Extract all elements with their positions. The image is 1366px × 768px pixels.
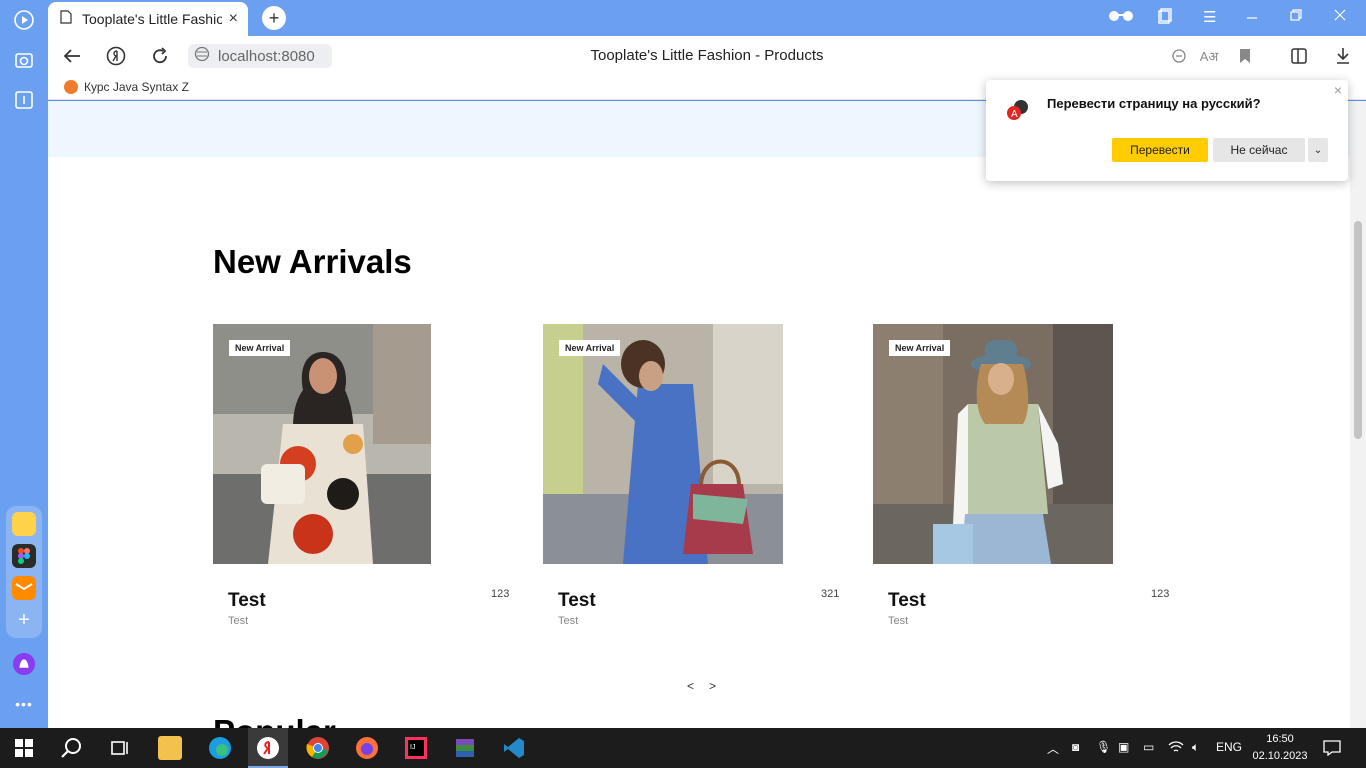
product-image[interactable]: New Arrival: [213, 324, 431, 564]
camera-tray-icon[interactable]: ◙: [1072, 740, 1079, 754]
alice-icon[interactable]: [12, 652, 36, 676]
new-arrival-badge: New Arrival: [559, 340, 621, 356]
tab-title: Tooplate's Little Fashion: [82, 11, 222, 27]
product-card[interactable]: New Arrival Test Test 123: [213, 324, 513, 644]
edge-icon[interactable]: [208, 736, 232, 760]
product-price: 123: [1151, 588, 1170, 600]
page-icon: [60, 9, 72, 29]
vscode-icon[interactable]: [502, 736, 526, 760]
browser-sidebar: + •••: [0, 0, 48, 728]
minimize-icon[interactable]: [1246, 8, 1258, 25]
new-tab-button[interactable]: +: [262, 6, 286, 30]
battery-icon[interactable]: ▭: [1143, 740, 1154, 754]
product-image[interactable]: New Arrival: [543, 324, 783, 564]
new-arrival-badge: New Arrival: [229, 340, 291, 356]
sidebar-apps: +: [6, 506, 42, 638]
add-app-icon[interactable]: +: [12, 608, 36, 632]
scrollbar-thumb[interactable]: [1354, 221, 1362, 439]
translate-icon[interactable]: Aअ: [1198, 46, 1220, 66]
restore-icon[interactable]: [1290, 8, 1302, 25]
yandex-browser-icon[interactable]: [256, 736, 280, 760]
notes-app-icon[interactable]: [12, 512, 36, 536]
new-arrival-badge: New Arrival: [889, 340, 951, 356]
product-card[interactable]: New Arrival Test Test 321: [543, 324, 843, 644]
not-now-button[interactable]: Не сейчас: [1213, 138, 1305, 162]
notifications-icon[interactable]: [1323, 740, 1341, 759]
url-field[interactable]: localhost:8080: [188, 44, 332, 68]
product-name[interactable]: Test: [558, 590, 596, 612]
product-price: 123: [491, 588, 510, 600]
search-icon[interactable]: [60, 736, 84, 760]
site-info-icon[interactable]: [194, 46, 210, 67]
camera-icon[interactable]: [12, 48, 36, 72]
system-clock[interactable]: 16:50 02.10.2023: [1250, 731, 1310, 765]
back-arrow-icon[interactable]: [60, 44, 84, 68]
svg-text:IJ: IJ: [410, 744, 415, 751]
bookmark-label: Курс Java Syntax Z: [84, 80, 189, 94]
svg-text:A: A: [1011, 109, 1018, 120]
play-icon[interactable]: [12, 8, 36, 32]
translate-logo-icon: A: [1006, 98, 1028, 120]
translate-button[interactable]: Перевести: [1112, 138, 1208, 162]
tray-overflow-icon[interactable]: ︿: [1047, 740, 1059, 757]
close-window-icon[interactable]: [1334, 8, 1346, 25]
chrome-icon[interactable]: [306, 736, 330, 760]
task-view-icon[interactable]: [108, 736, 132, 760]
bookmark-icon[interactable]: [1234, 46, 1256, 66]
product-name[interactable]: Test: [228, 590, 266, 612]
carousel-prev-button[interactable]: <: [687, 679, 694, 693]
file-explorer-icon[interactable]: [158, 736, 182, 760]
tab-close-icon[interactable]: ×: [229, 10, 238, 28]
network-adapter-icon[interactable]: ▣: [1118, 740, 1129, 754]
downloads-panel-icon[interactable]: [1288, 46, 1310, 66]
product-image[interactable]: New Arrival: [873, 324, 1113, 564]
more-icon[interactable]: •••: [12, 692, 36, 716]
address-bar: Tooplate's Little Fashion - Products loc…: [48, 36, 1366, 76]
wifi-icon[interactable]: [1168, 740, 1184, 757]
mail-app-icon[interactable]: [12, 576, 36, 600]
windows-start-icon[interactable]: [12, 736, 36, 760]
menu-icon[interactable]: ☰: [1203, 8, 1216, 26]
page-content: New Arrivals New Arrival Test Test 123 N…: [48, 101, 1350, 728]
product-card[interactable]: New Arrival Test Test 123: [873, 324, 1173, 644]
product-price: 321: [821, 588, 840, 600]
translate-question: Перевести страницу на русский?: [1047, 96, 1261, 111]
figma-app-icon[interactable]: [12, 544, 36, 568]
url-text: localhost:8080: [218, 47, 315, 65]
page-scrollbar[interactable]: [1350, 101, 1366, 728]
section-title: New Arrivals: [213, 243, 412, 280]
product-description: Test: [888, 615, 909, 627]
translate-options-button[interactable]: ⌄: [1308, 138, 1328, 162]
bookmark-item[interactable]: Курс Java Syntax Z: [64, 80, 189, 94]
carousel-next-button[interactable]: >: [709, 679, 716, 693]
reload-icon[interactable]: [148, 44, 172, 68]
yandex-logo-icon[interactable]: [104, 44, 128, 68]
download-icon[interactable]: [1332, 46, 1354, 66]
title-bar: Tooplate's Little Fashion × + ☰: [48, 0, 1366, 36]
popup-close-icon[interactable]: ×: [1334, 82, 1342, 98]
tabs-count-icon[interactable]: [12, 88, 36, 112]
intellij-icon[interactable]: IJ: [404, 736, 428, 760]
bookmark-favicon-icon: [64, 80, 78, 94]
microphone-icon[interactable]: 🎙︎: [1096, 740, 1111, 754]
incognito-glasses-icon[interactable]: [1108, 8, 1134, 26]
popular-section-title: Popular: [213, 713, 336, 728]
translate-popup: A Перевести страницу на русский? × Перев…: [986, 80, 1348, 181]
product-description: Test: [558, 615, 579, 627]
volume-icon[interactable]: 🔈︎: [1192, 740, 1199, 755]
collections-icon[interactable]: [1158, 8, 1174, 28]
firefox-icon[interactable]: [355, 736, 379, 760]
language-indicator[interactable]: ENG: [1216, 740, 1242, 754]
taskbar: IJ ︿ ◙ 🎙︎ ▣ ▭ 🔈︎ ENG 16:50 02.10.2023: [0, 728, 1366, 768]
comment-icon[interactable]: [1168, 46, 1190, 66]
tab-active[interactable]: Tooplate's Little Fashion ×: [48, 2, 248, 36]
clock-time: 16:50: [1266, 733, 1294, 745]
clock-date: 02.10.2023: [1252, 750, 1308, 762]
winrar-icon[interactable]: [453, 736, 477, 760]
product-description: Test: [228, 615, 249, 627]
product-name[interactable]: Test: [888, 590, 926, 612]
